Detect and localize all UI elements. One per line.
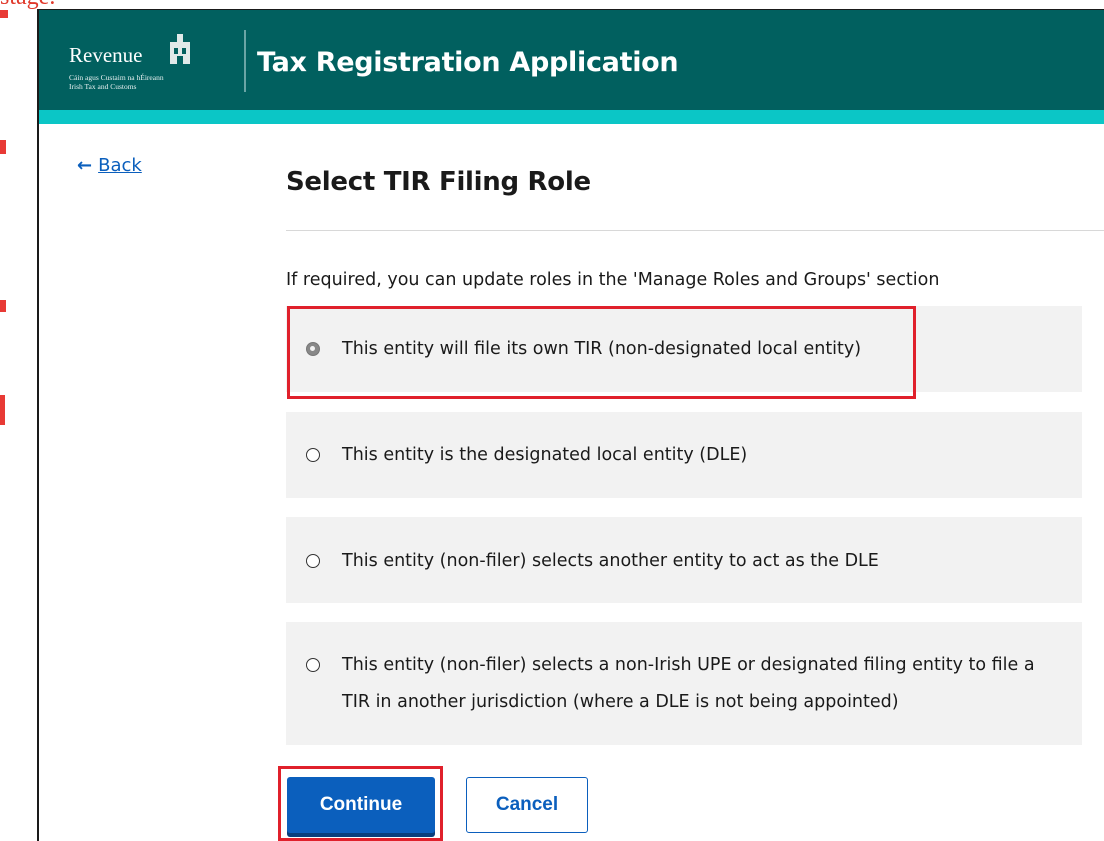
- app-header: Revenue Cáin agus Custaim na hÉireann Ir…: [39, 10, 1104, 110]
- logo-wordmark: Revenue: [69, 43, 143, 67]
- radio-option-another-dle[interactable]: This entity (non-filer) selects another …: [286, 517, 1082, 603]
- section-hint: If required, you can update roles in the…: [286, 270, 940, 290]
- back-link-label: Back: [98, 155, 142, 176]
- tower-icon: [170, 34, 190, 64]
- option-label: This entity will file its own TIR (non-d…: [342, 339, 862, 359]
- red-margin-mark: [0, 10, 8, 18]
- arrow-left-icon: ←: [77, 155, 93, 176]
- title-divider: [286, 230, 1104, 231]
- radio-option-own-tir[interactable]: This entity will file its own TIR (non-d…: [286, 306, 1082, 392]
- option-label: This entity (non-filer) selects a non-Ir…: [342, 655, 1035, 712]
- radio-icon[interactable]: [306, 448, 320, 462]
- red-margin-mark: [0, 395, 5, 425]
- option-label: This entity is the designated local enti…: [342, 445, 748, 465]
- red-margin-mark: [0, 300, 6, 312]
- red-margin-mark: [0, 140, 6, 154]
- logo-subtitle: Cáin agus Custaim na hÉireann Irish Tax …: [69, 73, 164, 91]
- header-accent-stripe: [39, 110, 1104, 124]
- revenue-logo[interactable]: Revenue Cáin agus Custaim na hÉireann Ir…: [69, 24, 209, 94]
- app-title: Tax Registration Application: [257, 47, 679, 78]
- continue-button[interactable]: Continue: [287, 777, 435, 833]
- header-divider: [244, 30, 246, 92]
- page-title: Select TIR Filing Role: [286, 167, 591, 197]
- option-label: This entity (non-filer) selects another …: [342, 551, 879, 571]
- cancel-button[interactable]: Cancel: [466, 777, 588, 833]
- document-overflow-text: stage.: [0, 0, 55, 9]
- radio-option-non-irish-upe[interactable]: This entity (non-filer) selects a non-Ir…: [286, 622, 1082, 745]
- radio-option-dle[interactable]: This entity is the designated local enti…: [286, 412, 1082, 498]
- radio-icon[interactable]: [306, 554, 320, 568]
- back-link[interactable]: ← Back: [77, 155, 142, 177]
- radio-icon[interactable]: [306, 658, 320, 672]
- radio-selected-icon[interactable]: [306, 342, 320, 356]
